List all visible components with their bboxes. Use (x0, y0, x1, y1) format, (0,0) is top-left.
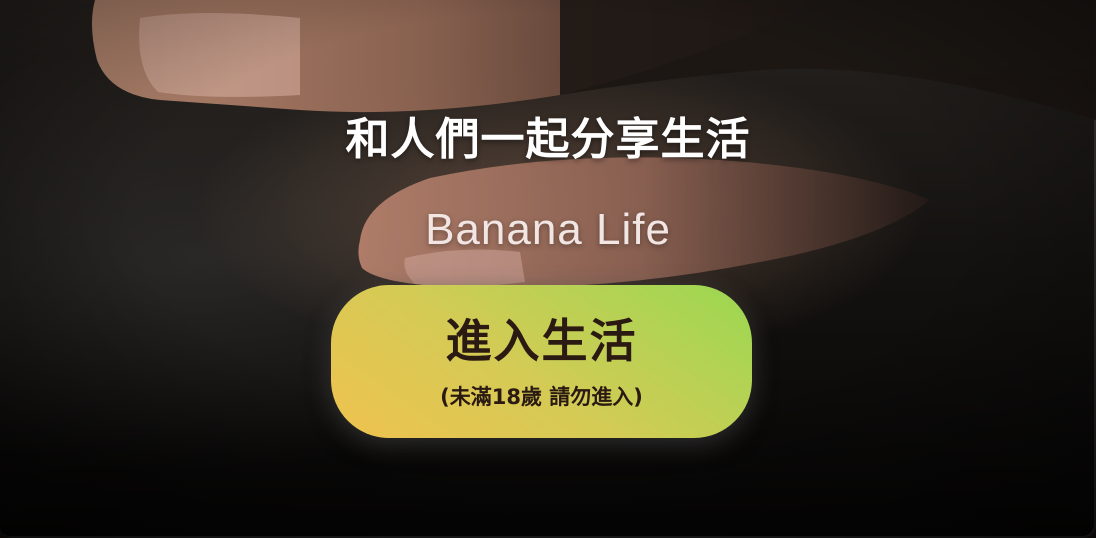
brand-name: Banana Life (425, 205, 671, 254)
hero-content: 和人們一起分享生活 Banana Life 進入生活 (未滿18歲 請勿進入) (0, 0, 1096, 538)
hero-section: 和人們一起分享生活 Banana Life 進入生活 (未滿18歲 請勿進入) (0, 0, 1096, 538)
enter-button[interactable]: 進入生活 (未滿18歲 請勿進入) (331, 285, 752, 438)
enter-button-label: 進入生活 (445, 314, 638, 368)
age-warning-note: (未滿18歲 請勿進入) (440, 385, 643, 409)
hero-headline: 和人們一起分享生活 (345, 114, 751, 165)
